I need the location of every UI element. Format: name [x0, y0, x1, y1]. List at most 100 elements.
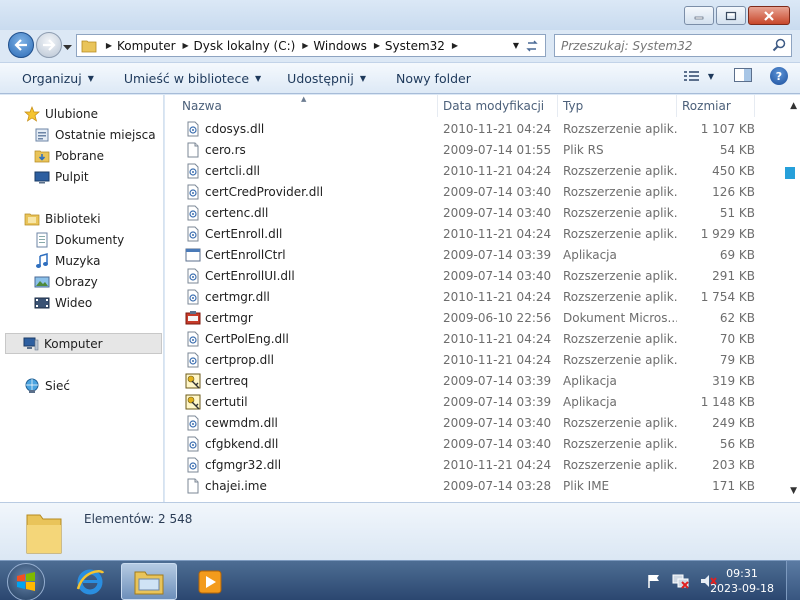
file-row[interactable]: certenc.dll 2009-07-14 03:40 Rozszerzenie …	[165, 202, 785, 223]
file-row[interactable]: certmgr.dll 2010-11-21 04:24 Rozszerzenie …	[165, 286, 785, 307]
nav-documents[interactable]: Dokumenty	[34, 229, 124, 250]
file-row[interactable]: certcli.dll 2010-11-21 04:24 Rozszerzenie …	[165, 160, 785, 181]
close-button[interactable]	[748, 6, 790, 25]
vertical-scrollbar[interactable]: ▲ ▼	[783, 95, 800, 502]
breadcrumb-arrow-icon[interactable]: ▶	[180, 41, 192, 50]
nav-desktop[interactable]: Pulpit	[34, 166, 89, 187]
back-button[interactable]	[8, 32, 34, 58]
file-row[interactable]: CertEnroll.dll 2010-11-21 04:24 Rozszerzen…	[165, 223, 785, 244]
file-name-cell[interactable]: certprop.dll	[165, 352, 438, 368]
change-view-button[interactable]: ▼	[683, 70, 714, 82]
file-name-cell[interactable]: certmgr.dll	[165, 289, 438, 305]
file-row[interactable]: CertEnrollUI.dll 2009-07-14 03:40 Rozszerz…	[165, 265, 785, 286]
breadcrumb-arrow-icon[interactable]: ▶	[371, 41, 383, 50]
file-row[interactable]: certprop.dll 2010-11-21 04:24 Rozszerzenie…	[165, 349, 785, 370]
file-row[interactable]: certCredProvider.dll 2009-07-14 03:40 Rozs…	[165, 181, 785, 202]
file-row[interactable]: cfgbkend.dll 2009-07-14 03:40 Rozszerzenie…	[165, 433, 785, 454]
breadcrumb-drive[interactable]: Dysk lokalny (C:)	[192, 39, 300, 53]
taskbar-internet-explorer[interactable]	[62, 563, 118, 600]
recent-pages-button[interactable]	[63, 40, 72, 54]
scroll-down-icon[interactable]: ▼	[790, 486, 797, 496]
file-name-cell[interactable]: cero.rs	[165, 142, 438, 158]
organize-button[interactable]: Organizuj ▼	[14, 66, 102, 90]
start-button[interactable]	[7, 563, 45, 600]
file-row[interactable]: chajei.ime 2009-07-14 03:28 Plik IME 171 KB	[165, 475, 785, 496]
file-row[interactable]: certreq 2009-07-14 03:39 Aplikacja 319 KB	[165, 370, 785, 391]
maximize-button[interactable]	[716, 6, 746, 25]
search-icon[interactable]	[772, 38, 786, 52]
taskbar-windows-explorer[interactable]	[121, 563, 177, 600]
file-row[interactable]: cero.rs 2009-07-14 01:55 Plik RS 54 KB	[165, 139, 785, 160]
breadcrumb-arrow-icon[interactable]: ▶	[103, 41, 115, 50]
share-label: Udostępnij	[287, 70, 354, 86]
nav-computer[interactable]: Komputer	[5, 333, 162, 354]
file-date: 2010-11-21 04:24	[443, 352, 552, 367]
taskbar-media-player[interactable]	[182, 563, 238, 600]
breadcrumb-system32[interactable]: System32	[383, 39, 449, 53]
file-type: Plik IME	[563, 478, 610, 493]
nav-recent-places[interactable]: Ostatnie miejsca	[34, 124, 156, 145]
address-bar[interactable]: ▶ Komputer ▶ Dysk lokalny (C:) ▶ Windows…	[76, 34, 546, 57]
help-button[interactable]: ?	[770, 67, 788, 85]
share-button[interactable]: Udostępnij ▼	[279, 66, 374, 90]
file-name-cell[interactable]: certutil	[165, 394, 438, 410]
search-box[interactable]	[554, 34, 792, 57]
nav-music-label: Muzyka	[55, 253, 101, 268]
column-type[interactable]: Typ	[558, 95, 677, 117]
file-name-cell[interactable]: cfgmgr32.dll	[165, 457, 438, 473]
scroll-thumb[interactable]	[785, 167, 795, 179]
file-name-cell[interactable]: CertPolEng.dll	[165, 331, 438, 347]
clock[interactable]: 09:31 2023-09-18	[710, 566, 774, 596]
file-name-cell[interactable]: cdosys.dll	[165, 121, 438, 137]
file-name: cfgbkend.dll	[205, 436, 279, 451]
file-name-cell[interactable]: cfgbkend.dll	[165, 436, 438, 452]
file-name-cell[interactable]: CertEnrollCtrl	[165, 247, 438, 263]
new-folder-button[interactable]: Nowy folder	[388, 66, 479, 90]
file-name-cell[interactable]: certreq	[165, 373, 438, 389]
nav-music[interactable]: Muzyka	[34, 250, 100, 271]
file-row[interactable]: cfgmgr32.dll 2010-11-21 04:24 Rozszerzenie…	[165, 454, 785, 475]
show-desktop-button[interactable]	[786, 561, 800, 600]
forward-button[interactable]	[36, 32, 62, 58]
breadcrumb-computer[interactable]: Komputer	[115, 39, 180, 53]
include-in-library-label: Umieść w bibliotece	[123, 70, 250, 86]
nav-libraries[interactable]: Biblioteki	[24, 208, 101, 229]
nav-downloads[interactable]: Pobrane	[34, 145, 104, 166]
breadcrumb-windows[interactable]: Windows	[311, 39, 371, 53]
file-name-cell[interactable]: CertEnroll.dll	[165, 226, 438, 242]
file-name-cell[interactable]: certCredProvider.dll	[165, 184, 438, 200]
breadcrumb-arrow-icon[interactable]: ▶	[449, 41, 461, 50]
column-modified[interactable]: Data modyfikacji	[438, 95, 558, 117]
file-row[interactable]: CertEnrollCtrl 2009-07-14 03:39 Aplikacja 6…	[165, 244, 785, 265]
minimize-button[interactable]	[684, 6, 714, 25]
nav-pictures[interactable]: Obrazy	[34, 271, 98, 292]
breadcrumb-arrow-icon[interactable]: ▶	[299, 41, 311, 50]
column-modified-label: Data modyfikacji	[443, 99, 545, 113]
include-in-library-button[interactable]: Umieść w bibliotece ▼	[116, 66, 269, 90]
address-dropdown-button[interactable]: ▼	[513, 41, 519, 50]
file-name-cell[interactable]: certenc.dll	[165, 205, 438, 221]
preview-pane-button[interactable]	[734, 67, 752, 85]
nav-network[interactable]: Sieć	[24, 375, 70, 396]
scroll-up-icon[interactable]: ▲	[790, 101, 797, 111]
action-center-flag-icon[interactable]	[646, 573, 662, 589]
file-name-cell[interactable]: certcli.dll	[165, 163, 438, 179]
column-size[interactable]: Rozmiar	[677, 95, 755, 117]
file-row[interactable]: cdosys.dll 2010-11-21 04:24 Rozszerzenie a…	[165, 118, 785, 139]
file-row[interactable]: cewmdm.dll 2009-07-14 03:40 Rozszerzenie a…	[165, 412, 785, 433]
nav-videos[interactable]: Wideo	[34, 292, 92, 313]
file-row[interactable]: certmgr 2009-06-10 22:56 Dokument Micros..…	[165, 307, 785, 328]
file-name-cell[interactable]: certmgr	[165, 310, 438, 326]
file-name-cell[interactable]: chajei.ime	[165, 478, 438, 494]
file-type: Rozszerzenie aplik...	[563, 352, 677, 367]
nav-favorites[interactable]: Ulubione	[24, 103, 98, 124]
documents-icon	[34, 232, 50, 248]
file-name-cell[interactable]: cewmdm.dll	[165, 415, 438, 431]
refresh-button[interactable]	[523, 38, 541, 54]
preview-pane-icon	[734, 67, 752, 82]
search-input[interactable]	[561, 38, 761, 53]
network-disconnected-icon[interactable]	[672, 573, 690, 589]
file-row[interactable]: CertPolEng.dll 2010-11-21 04:24 Rozszerzen…	[165, 328, 785, 349]
file-name-cell[interactable]: CertEnrollUI.dll	[165, 268, 438, 284]
file-row[interactable]: certutil 2009-07-14 03:39 Aplikacja 1 148 K…	[165, 391, 785, 412]
